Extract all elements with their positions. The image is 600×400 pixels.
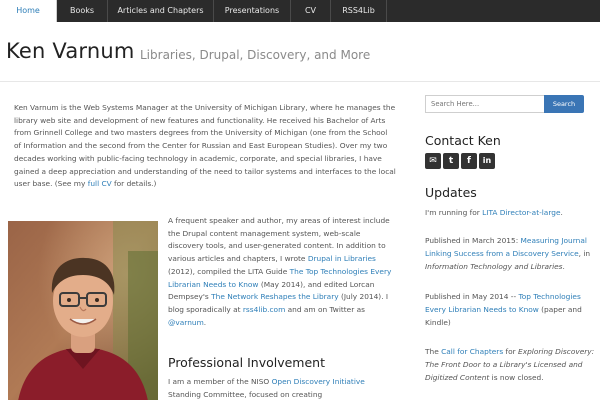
nav-cv[interactable]: CV xyxy=(291,0,331,22)
professional-paragraph: I am a member of the NISO Open Discovery… xyxy=(168,376,396,400)
call-for-chapters-link[interactable]: Call for Chapters xyxy=(441,347,503,356)
update-text: I'm running for xyxy=(425,208,483,217)
update-item: I'm running for LITA Director-at-large. xyxy=(425,206,600,219)
contact-heading: Contact Ken xyxy=(425,133,501,148)
main-content: Ken Varnum is the Web Systems Manager at… xyxy=(0,82,403,400)
nav-presentations[interactable]: Presentations xyxy=(214,0,291,22)
facebook-icon[interactable]: f xyxy=(461,153,477,169)
bio-text: (2012), compiled the LITA Guide xyxy=(168,266,290,276)
drupal-in-libraries-link[interactable]: Drupal in Libraries xyxy=(308,254,376,263)
full-cv-link[interactable]: full CV xyxy=(88,179,112,188)
update-text: The xyxy=(425,347,442,356)
network-reshapes-link[interactable]: The Network Reshapes the Library xyxy=(211,292,338,301)
intro-paragraph: Ken Varnum is the Web Systems Manager at… xyxy=(14,102,396,191)
site-header: Ken Varnum Libraries, Drupal, Discovery,… xyxy=(0,22,600,82)
nav-articles-and-chapters[interactable]: Articles and Chapters xyxy=(108,0,214,22)
updates-heading: Updates xyxy=(425,185,477,200)
search-input[interactable] xyxy=(425,95,545,113)
journal-title: Information Technology and Libraries xyxy=(425,262,563,271)
sidebar: Search Contact Ken ✉ t f in Updates I'm … xyxy=(403,82,600,400)
update-item: Published in May 2014 -- Top Technologie… xyxy=(425,290,600,329)
rss4lib-link[interactable]: rss4lib.com xyxy=(243,305,285,314)
update-item: Published in March 2015: Measuring Journ… xyxy=(425,234,600,273)
nav-books[interactable]: Books xyxy=(57,0,108,22)
nav-home[interactable]: Home xyxy=(0,0,57,22)
linkedin-icon[interactable]: in xyxy=(479,153,495,169)
site-tagline: Libraries, Drupal, Discovery, and More xyxy=(140,48,371,62)
twitter-icon[interactable]: t xyxy=(443,153,459,169)
update-text: . xyxy=(562,262,565,271)
email-icon[interactable]: ✉ xyxy=(425,153,441,169)
social-icons: ✉ t f in xyxy=(425,153,495,169)
open-discovery-initiative-link[interactable]: Open Discovery Initiative xyxy=(272,377,365,386)
professional-involvement-heading: Professional Involvement xyxy=(168,355,326,370)
lita-director-link[interactable]: LITA Director-at-large xyxy=(482,208,560,217)
update-text: Published in May 2014 -- xyxy=(425,292,519,301)
update-item: The Call for Chapters for Exploring Disc… xyxy=(425,345,600,384)
nav-rss4lib[interactable]: RSS4Lib xyxy=(331,0,387,22)
search-button[interactable]: Search xyxy=(544,95,584,113)
update-text: for xyxy=(503,347,519,356)
site-title[interactable]: Ken Varnum xyxy=(6,39,135,63)
professional-text: I am a member of the NISO xyxy=(168,377,272,386)
twitter-handle-link[interactable]: @varnum xyxy=(168,318,204,327)
bio-paragraph: A frequent speaker and author, my areas … xyxy=(168,215,396,329)
intro-text: Ken Varnum is the Web Systems Manager at… xyxy=(14,103,396,189)
update-text: . xyxy=(560,208,563,217)
update-text: , in xyxy=(578,249,591,258)
top-nav: Home Books Articles and Chapters Present… xyxy=(0,0,600,22)
update-text: Published in March 2015: xyxy=(425,236,521,245)
professional-text: Standing Committee, focused on creating xyxy=(168,389,323,399)
bio-text: and am on Twitter as xyxy=(285,304,365,314)
bio-text: . xyxy=(203,317,207,327)
portrait-illustration xyxy=(8,221,158,400)
update-text: is now closed. xyxy=(489,373,544,382)
portrait-photo xyxy=(8,221,158,400)
intro-text-end: for details.) xyxy=(111,179,157,189)
